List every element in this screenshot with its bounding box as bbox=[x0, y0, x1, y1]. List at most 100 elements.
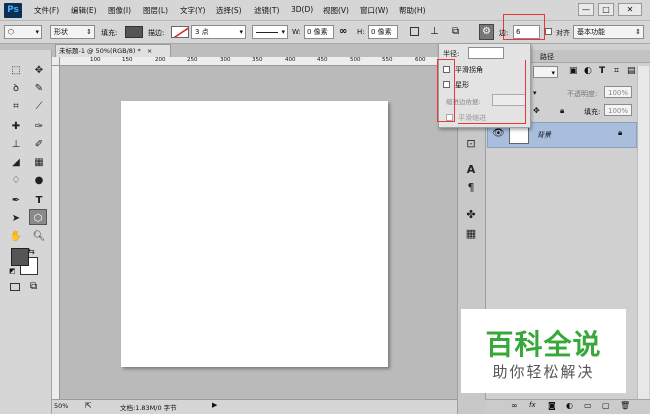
height-input[interactable]: 0 像素 bbox=[368, 25, 398, 39]
eyedropper-tool-icon[interactable]: ⟋ bbox=[29, 98, 49, 115]
stroke-type-select[interactable]: ▾ bbox=[252, 25, 288, 39]
align-edges-checkbox[interactable] bbox=[545, 28, 552, 35]
width-input[interactable]: 0 像素 bbox=[304, 25, 334, 39]
sides-input[interactable]: 6 bbox=[513, 25, 540, 39]
close-window-button[interactable]: ✕ bbox=[618, 3, 642, 16]
quick-selection-icon[interactable]: ✎ bbox=[29, 80, 49, 97]
panel-scrollbar[interactable] bbox=[637, 66, 649, 400]
eye-visibility-icon[interactable]: 👁︎ bbox=[492, 128, 505, 139]
history-brush-icon[interactable]: ✐ bbox=[29, 136, 49, 153]
chevron-updown-icon: ⇕ bbox=[635, 28, 641, 36]
lock-position-icon[interactable]: ✥ bbox=[533, 106, 540, 115]
document-canvas[interactable] bbox=[121, 101, 388, 367]
type-tool-icon[interactable]: T bbox=[29, 192, 49, 209]
clone-stamp-icon[interactable]: ⊥ bbox=[6, 136, 26, 153]
no-stroke-icon bbox=[173, 27, 188, 37]
document-tab[interactable]: 未标题-1 @ 50%(RGB/8) * × bbox=[55, 44, 171, 57]
radius-input[interactable] bbox=[468, 47, 504, 59]
screen-mode-icon[interactable]: ⧉ bbox=[30, 281, 37, 292]
filter-smart-object-icon[interactable]: ▤ bbox=[627, 66, 636, 76]
menu-image[interactable]: 图像(I) bbox=[108, 5, 131, 16]
quick-mask-icon[interactable] bbox=[10, 283, 20, 291]
opacity-value: 100% bbox=[608, 89, 629, 97]
menu-help[interactable]: 帮助(H) bbox=[399, 5, 426, 16]
menu-select[interactable]: 选择(S) bbox=[216, 5, 242, 16]
lock-all-icon[interactable]: 🔒︎ bbox=[560, 106, 564, 116]
crop-tool-icon[interactable]: ⌗ bbox=[6, 98, 26, 115]
lasso-tool-icon[interactable]: ꝺ bbox=[6, 80, 26, 97]
menu-file[interactable]: 文件(F) bbox=[34, 5, 59, 16]
brush-presets-icon[interactable]: ⊡ bbox=[463, 136, 479, 152]
fill-opacity-input[interactable]: 100% bbox=[604, 104, 632, 116]
path-selection-icon[interactable]: ➤ bbox=[6, 210, 26, 227]
move-tool-icon[interactable]: ✥ bbox=[29, 62, 49, 79]
character-panel-icon[interactable]: A bbox=[463, 162, 479, 178]
menu-filter[interactable]: 滤镜(T) bbox=[254, 5, 279, 16]
workspace-value: 基本功能 bbox=[577, 28, 605, 36]
paths-tab[interactable]: 路径 bbox=[540, 52, 554, 62]
healing-brush-icon[interactable]: ✚ bbox=[6, 118, 26, 135]
path-operations-icon[interactable] bbox=[410, 27, 419, 36]
polygon-tool-icon[interactable]: ⬡ bbox=[29, 209, 47, 225]
menu-view[interactable]: 视图(V) bbox=[323, 5, 349, 16]
close-icon[interactable]: × bbox=[147, 47, 152, 55]
link-layers-icon[interactable]: ∞ bbox=[511, 401, 518, 410]
horizontal-ruler: 100 150 200 250 300 350 400 450 500 550 … bbox=[60, 57, 457, 66]
ruler-mark: 400 bbox=[285, 57, 296, 63]
new-layer-icon[interactable]: ▢ bbox=[602, 401, 610, 410]
menu-edit[interactable]: 编辑(E) bbox=[71, 5, 97, 16]
filter-shape-icon[interactable]: ⌗ bbox=[614, 66, 619, 76]
hand-tool-icon[interactable]: ✋ bbox=[6, 228, 26, 245]
zoom-tool-icon[interactable]: 🔍︎ bbox=[29, 228, 49, 245]
menu-3d[interactable]: 3D(D) bbox=[291, 5, 313, 14]
workspace-select[interactable]: 基本功能 ⇕ bbox=[573, 25, 644, 39]
tool-preset-picker[interactable]: ⬡ ▾ bbox=[4, 25, 42, 39]
menu-window[interactable]: 窗口(W) bbox=[360, 5, 388, 16]
gear-icon[interactable]: ⚙ bbox=[479, 24, 494, 40]
layer-style-icon[interactable]: fx bbox=[529, 401, 536, 409]
default-colors-icon[interactable]: ◩ bbox=[9, 267, 16, 275]
filter-type-icon[interactable]: T bbox=[599, 66, 605, 76]
delete-layer-icon[interactable]: 🗑︎ bbox=[620, 401, 630, 410]
3d-panel-icon[interactable]: ✤ bbox=[463, 207, 479, 223]
swap-colors-icon[interactable]: ⇆ bbox=[28, 247, 35, 256]
gradient-tool-icon[interactable]: ▦ bbox=[29, 154, 49, 171]
filter-adjustment-icon[interactable]: ◐ bbox=[584, 66, 592, 76]
stroke-swatch[interactable] bbox=[171, 26, 189, 38]
eraser-tool-icon[interactable]: ◢ bbox=[6, 154, 26, 171]
brush-tool-icon[interactable]: ✑ bbox=[29, 118, 49, 135]
toolbar-grip[interactable] bbox=[0, 44, 52, 50]
blend-mode-arrow-icon[interactable]: ▾ bbox=[533, 89, 537, 97]
foreground-color-swatch[interactable] bbox=[11, 248, 29, 266]
layer-mask-icon[interactable]: ◙ bbox=[548, 401, 556, 410]
ruler-origin[interactable] bbox=[52, 57, 60, 66]
zoom-level[interactable]: 50% bbox=[54, 402, 68, 410]
menu-type[interactable]: 文字(Y) bbox=[180, 5, 205, 16]
layer-name[interactable]: 背景 bbox=[537, 130, 551, 140]
stroke-size-input[interactable]: 3 点 ▾ bbox=[191, 25, 246, 39]
layer-filter-select[interactable]: ▾ bbox=[533, 66, 558, 78]
pen-tool-icon[interactable]: ✒ bbox=[6, 192, 26, 209]
path-arrangement-icon[interactable]: ⧉ bbox=[452, 26, 459, 37]
filter-pixel-icon[interactable]: ▣ bbox=[569, 66, 578, 76]
menu-layer[interactable]: 图层(L) bbox=[143, 5, 168, 16]
tool-mode-select[interactable]: 形状 ⇕ bbox=[50, 25, 95, 39]
stroke-size-value: 3 点 bbox=[195, 28, 209, 36]
path-alignment-icon[interactable]: ⊥ bbox=[430, 26, 439, 37]
maximize-button[interactable]: □ bbox=[598, 3, 614, 16]
opacity-input[interactable]: 100% bbox=[604, 86, 632, 98]
grid-panel-icon[interactable]: ▦ bbox=[463, 226, 479, 242]
new-group-icon[interactable]: ▭ bbox=[584, 401, 592, 410]
adjustment-layer-icon[interactable]: ◐ bbox=[566, 401, 573, 410]
marquee-tool-icon[interactable]: ⬚ bbox=[6, 62, 26, 79]
width-label: W: bbox=[292, 28, 301, 36]
align-edges-label: 对齐 bbox=[556, 29, 570, 37]
status-menu-arrow-icon[interactable]: ▶ bbox=[212, 401, 217, 409]
paragraph-panel-icon[interactable]: ¶ bbox=[463, 180, 479, 196]
dodge-tool-icon[interactable]: ● bbox=[29, 172, 49, 189]
blur-tool-icon[interactable]: ♢ bbox=[6, 172, 26, 189]
fill-swatch[interactable] bbox=[125, 26, 143, 38]
export-icon[interactable]: ⇱ bbox=[85, 401, 92, 410]
minimize-button[interactable]: — bbox=[578, 3, 594, 16]
link-icon[interactable]: ∞ bbox=[339, 26, 347, 37]
